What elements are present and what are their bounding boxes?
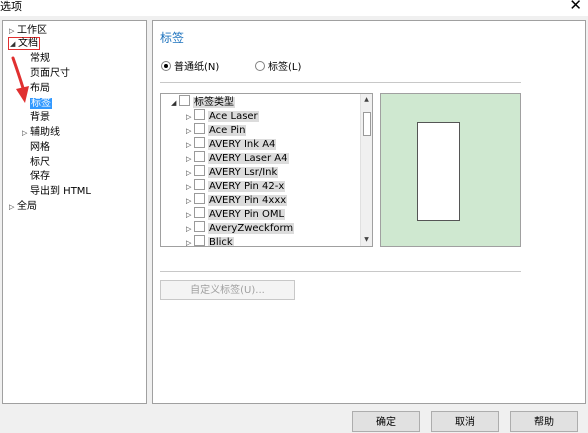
label-type-item[interactable]: ▷ AVERY Lsr/Ink <box>186 165 279 180</box>
checkbox-icon[interactable] <box>194 235 205 246</box>
label-type-root[interactable]: ◢ 标签类型 <box>171 95 235 109</box>
tree-item-label: 全局 <box>17 201 37 212</box>
expand-arrow-icon[interactable]: ▷ <box>186 222 194 236</box>
checkbox-icon[interactable] <box>194 193 205 204</box>
label-type-label: Ace Pin <box>208 125 247 136</box>
settings-panel: 标签 普通纸(N) 标签(L) ◢ 标签类型 ▷ Ace Laser ▷ Ace Pi… <box>152 20 586 404</box>
scroll-thumb[interactable] <box>363 112 371 136</box>
checkbox-icon[interactable] <box>194 137 205 148</box>
label-type-label: AVERY Ink A4 <box>208 139 277 150</box>
vertical-scrollbar[interactable]: ▲ ▼ <box>360 94 372 246</box>
options-tree: ▷ 工作区 ◢ 文档 常规 页面尺寸 布局 标签 背景 ▷ 辅助线 网格 标尺 保存 … <box>2 20 147 404</box>
checkbox-icon[interactable] <box>179 95 190 106</box>
label-type-label: AVERY Pin OML <box>208 209 286 220</box>
checkbox-icon[interactable] <box>194 221 205 232</box>
help-button[interactable]: 帮助 <box>510 411 578 432</box>
scroll-up-arrow-icon[interactable]: ▲ <box>361 95 372 105</box>
label-type-label: AVERY Pin 4xxx <box>208 195 288 206</box>
window-title: 选项 <box>0 0 22 13</box>
divider <box>160 271 521 272</box>
expand-arrow-icon[interactable]: ▷ <box>186 124 194 138</box>
radio-checked-icon[interactable] <box>161 61 171 71</box>
section-heading: 标签 <box>160 31 185 45</box>
checkbox-icon[interactable] <box>194 151 205 162</box>
expand-arrow-icon[interactable]: ▷ <box>9 201 17 214</box>
label-type-label: AVERY Lsr/Ink <box>208 167 279 178</box>
tree-item-global[interactable]: ▷ 全局 <box>9 200 37 213</box>
expand-arrow-icon[interactable]: ▷ <box>186 138 194 152</box>
label-type-item[interactable]: ▷ Ace Laser <box>186 109 259 123</box>
expand-arrow-icon[interactable]: ▷ <box>186 166 194 180</box>
ok-button[interactable]: 确定 <box>352 411 420 432</box>
tree-item-label: 保存 <box>30 171 50 182</box>
label-type-item[interactable]: ▷ AveryZweckform <box>186 221 295 236</box>
expand-arrow-icon[interactable]: ▷ <box>186 194 194 208</box>
expand-arrow-icon[interactable]: ▷ <box>186 110 194 124</box>
label-type-tree[interactable]: ◢ 标签类型 ▷ Ace Laser ▷ Ace Pin ▷ AVERY Ink A4 … <box>160 93 373 247</box>
tree-item-save[interactable]: 保存 <box>30 170 50 183</box>
label-type-label: AVERY Laser A4 <box>208 153 289 164</box>
tree-item-label: 网格 <box>30 142 50 153</box>
label-preview <box>380 93 521 247</box>
tree-item-rulers[interactable]: 标尺 <box>30 156 50 169</box>
label-type-item[interactable]: ▷ Ace Pin <box>186 123 247 138</box>
tree-item-label: 导出到 HTML <box>30 186 92 197</box>
label-type-label: AVERY Pin 42-x <box>208 181 286 192</box>
paper-preview <box>417 122 460 221</box>
annotation-arrow-icon <box>11 56 29 103</box>
expand-arrow-icon[interactable]: ▷ <box>22 127 30 140</box>
checkbox-icon[interactable] <box>194 179 205 190</box>
cancel-button[interactable]: 取消 <box>431 411 499 432</box>
label-type-item[interactable]: ▷ Blick <box>186 235 234 247</box>
radio-label: 标签(L) <box>268 62 302 73</box>
checkbox-icon[interactable] <box>194 165 205 176</box>
expand-arrow-icon[interactable]: ▷ <box>186 180 194 194</box>
label-type-label: Ace Laser <box>208 111 259 122</box>
checkbox-icon[interactable] <box>194 109 205 120</box>
checkbox-icon[interactable] <box>194 207 205 218</box>
label-type-item[interactable]: ▷ AVERY Pin 4xxx <box>186 193 288 208</box>
close-button[interactable]: ✕ <box>569 0 582 13</box>
label-type-root-label: 标签类型 <box>193 97 235 108</box>
expand-arrow-icon[interactable]: ▷ <box>186 236 194 246</box>
radio-labels[interactable]: 标签(L) <box>255 61 301 75</box>
scroll-down-arrow-icon[interactable]: ▼ <box>361 235 372 245</box>
label-type-item[interactable]: ▷ AVERY Ink A4 <box>186 137 277 152</box>
checkbox-icon[interactable] <box>194 123 205 134</box>
radio-label: 普通纸(N) <box>174 62 220 73</box>
title-bar: 选项 ✕ <box>0 0 588 16</box>
radio-unchecked-icon[interactable] <box>255 61 265 71</box>
tree-item-export-html[interactable]: 导出到 HTML <box>30 185 91 198</box>
tree-item-guidelines[interactable]: ▷ 辅助线 <box>22 126 60 139</box>
radio-plain-paper[interactable]: 普通纸(N) <box>161 61 219 75</box>
expand-arrow-icon[interactable]: ▷ <box>186 208 194 222</box>
label-type-label: Blick <box>208 237 234 247</box>
custom-label-button[interactable]: 自定义标签(U)... <box>160 280 295 300</box>
expand-arrow-icon[interactable]: ▷ <box>186 152 194 166</box>
divider <box>160 82 521 83</box>
tree-item-grid[interactable]: 网格 <box>30 141 50 154</box>
label-type-item[interactable]: ▷ AVERY Laser A4 <box>186 151 289 165</box>
tree-item-label: 辅助线 <box>30 127 60 138</box>
label-type-label: AveryZweckform <box>208 223 295 234</box>
label-type-item[interactable]: ▷ AVERY Pin 42-x <box>186 179 286 194</box>
collapse-arrow-icon[interactable]: ◢ <box>171 96 179 110</box>
tree-item-label: 标尺 <box>30 157 50 168</box>
label-type-item[interactable]: ▷ AVERY Pin OML <box>186 207 286 222</box>
